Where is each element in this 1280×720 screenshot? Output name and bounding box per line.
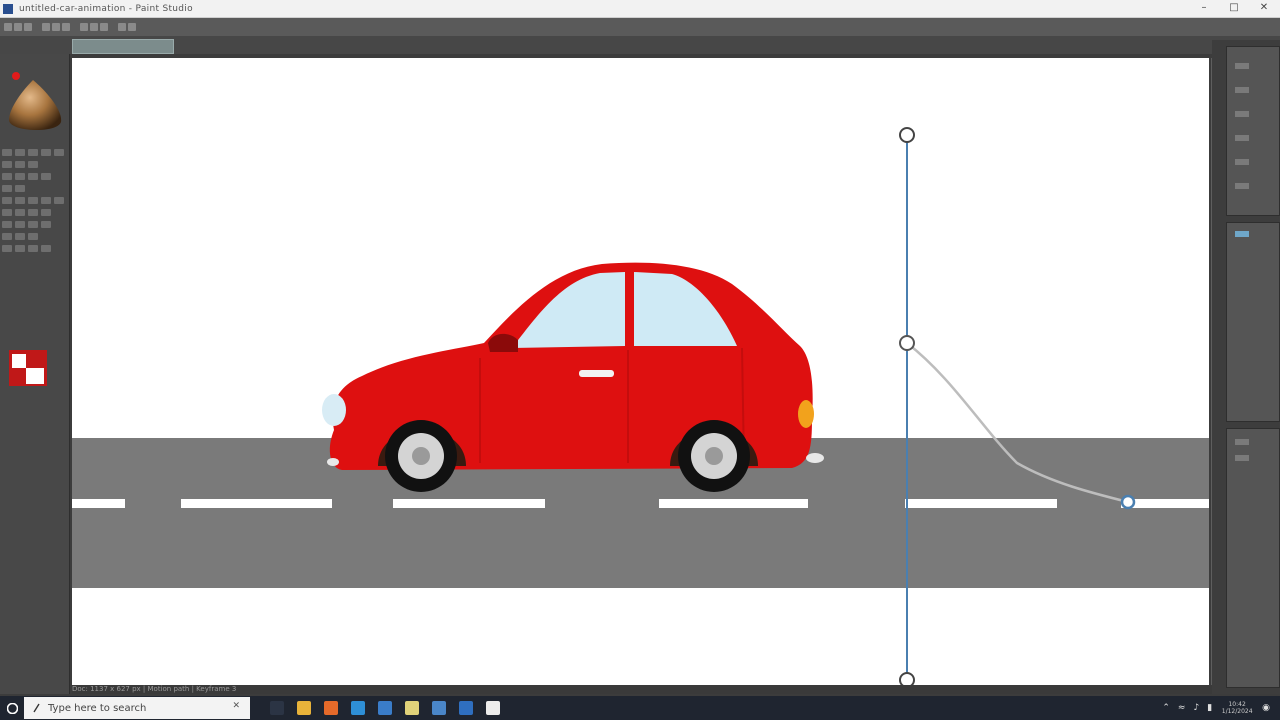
brush-preview[interactable] bbox=[3, 68, 65, 138]
search-placeholder: Type here to search bbox=[48, 702, 147, 714]
timeline-panel bbox=[1226, 428, 1280, 688]
volume-icon[interactable]: ♪ bbox=[1193, 703, 1199, 713]
layer-item[interactable] bbox=[1235, 183, 1249, 189]
window-controls: – □ ✕ bbox=[1198, 2, 1270, 13]
layers-panel bbox=[1226, 46, 1280, 216]
door-handle bbox=[579, 370, 614, 377]
photos-icon[interactable] bbox=[459, 701, 473, 715]
mail-icon[interactable] bbox=[351, 701, 365, 715]
pen-tool-icon[interactable] bbox=[52, 23, 60, 31]
clock-date: 1/12/2024 bbox=[1221, 708, 1253, 715]
zoom-tool-icon[interactable] bbox=[118, 23, 126, 31]
right-panels bbox=[1212, 40, 1280, 694]
document-tab[interactable] bbox=[72, 39, 174, 54]
calendar-icon[interactable] bbox=[486, 701, 500, 715]
panel-icon[interactable] bbox=[1235, 455, 1249, 461]
clock-time: 10:42 bbox=[1228, 701, 1246, 708]
window-title: untitled-car-animation - Paint Studio bbox=[19, 3, 193, 14]
store-icon[interactable] bbox=[378, 701, 392, 715]
brush-tool-icon[interactable] bbox=[42, 23, 50, 31]
brush-settings bbox=[2, 149, 68, 257]
fill-tool-icon[interactable] bbox=[80, 23, 88, 31]
taskbar: Type here to search ✕ ⌃ ≈ ♪ ▮ 10:42 1/12… bbox=[0, 696, 1280, 720]
app-window: untitled-car-animation - Paint Studio – … bbox=[0, 0, 1280, 720]
layer-item[interactable] bbox=[1235, 135, 1249, 141]
title-bar: untitled-car-animation - Paint Studio – … bbox=[0, 0, 1280, 18]
notes-icon[interactable] bbox=[405, 701, 419, 715]
tool-options-bar bbox=[0, 18, 1280, 36]
layer-item[interactable] bbox=[1235, 87, 1249, 93]
browser-icon[interactable] bbox=[324, 701, 338, 715]
rear-wheel bbox=[678, 420, 750, 492]
path-handle-top bbox=[899, 127, 915, 143]
tray-chevron-icon[interactable]: ⌃ bbox=[1162, 703, 1170, 713]
notifications-icon[interactable]: ◉ bbox=[1262, 703, 1270, 713]
search-close-icon[interactable]: ✕ bbox=[232, 701, 240, 711]
document-tab-strip bbox=[0, 36, 1280, 54]
start-button[interactable] bbox=[0, 696, 24, 720]
battery-icon[interactable]: ▮ bbox=[1207, 703, 1212, 713]
path-handle-mid bbox=[899, 335, 915, 351]
front-wheel bbox=[385, 420, 457, 492]
settings-icon[interactable] bbox=[432, 701, 446, 715]
close-button[interactable]: ✕ bbox=[1258, 2, 1270, 13]
search-icon bbox=[33, 703, 40, 713]
panel-icon[interactable] bbox=[1235, 231, 1249, 237]
canvas-artwork bbox=[72, 127, 1209, 685]
brush-panel bbox=[0, 54, 70, 694]
maximize-button[interactable]: □ bbox=[1228, 2, 1240, 13]
select-tool-icon[interactable] bbox=[14, 23, 22, 31]
windows-icon bbox=[6, 702, 18, 714]
panel-icon[interactable] bbox=[1235, 439, 1249, 445]
properties-panel bbox=[1226, 222, 1280, 422]
file-explorer-icon[interactable] bbox=[297, 701, 311, 715]
car bbox=[322, 262, 824, 492]
taskbar-apps bbox=[270, 701, 500, 715]
clock[interactable]: 10:42 1/12/2024 bbox=[1220, 700, 1254, 716]
text-tool-icon[interactable] bbox=[90, 23, 98, 31]
task-view-icon[interactable] bbox=[270, 701, 284, 715]
headlight bbox=[322, 394, 346, 426]
app-icon bbox=[3, 3, 13, 14]
eraser-tool-icon[interactable] bbox=[62, 23, 70, 31]
network-icon[interactable]: ≈ bbox=[1178, 703, 1186, 713]
hand-tool-icon[interactable] bbox=[128, 23, 136, 31]
move-tool-icon[interactable] bbox=[4, 23, 12, 31]
path-anchor-end bbox=[1120, 494, 1136, 510]
minimize-button[interactable]: – bbox=[1198, 2, 1210, 13]
layer-item[interactable] bbox=[1235, 159, 1249, 165]
lasso-tool-icon[interactable] bbox=[24, 23, 32, 31]
layer-item[interactable] bbox=[1235, 63, 1249, 69]
status-bar: Doc: 1137 x 627 px | Motion path | Keyfr… bbox=[72, 685, 1212, 694]
motion-path-guide bbox=[899, 127, 1136, 685]
taillight bbox=[798, 400, 814, 428]
layer-item[interactable] bbox=[1235, 111, 1249, 117]
drawing-canvas[interactable] bbox=[72, 58, 1209, 685]
search-box[interactable]: Type here to search ✕ bbox=[24, 697, 250, 719]
color-swatch[interactable] bbox=[9, 350, 47, 386]
shape-tool-icon[interactable] bbox=[100, 23, 108, 31]
path-handle-bottom bbox=[899, 672, 915, 685]
system-tray: ⌃ ≈ ♪ ▮ 10:42 1/12/2024 ◉ bbox=[1162, 696, 1270, 720]
